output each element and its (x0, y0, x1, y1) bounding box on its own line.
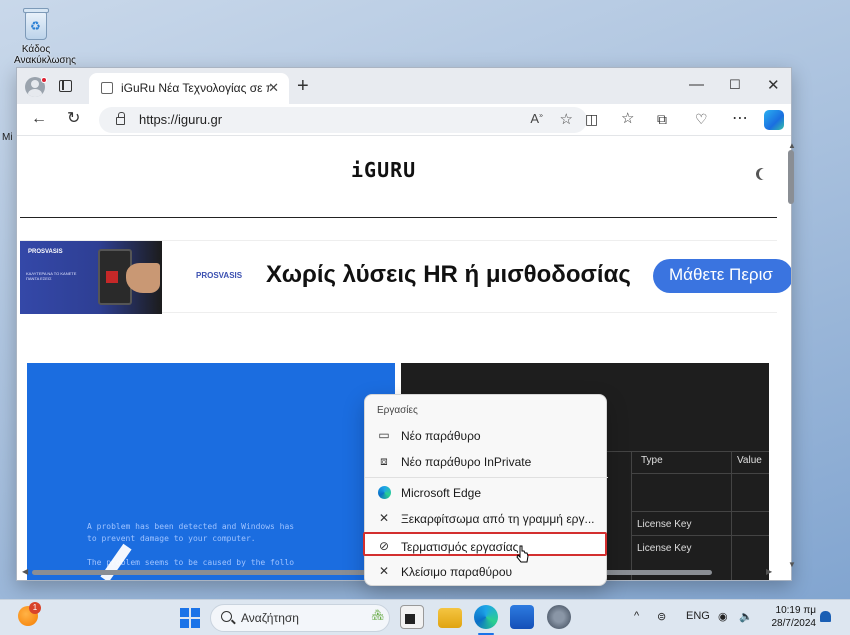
recycle-bin-label-line1: Κάδος (21, 44, 51, 55)
inprivate-window-icon: ⧈ (380, 454, 388, 468)
volume-icon[interactable]: 🔈 (739, 610, 753, 623)
jump-list-header: Εργασίες (377, 405, 418, 416)
registry-row: License Key (637, 543, 692, 554)
menu-item-label: Τερματισμός εργασίας (401, 540, 519, 554)
close-icon: ✕ (378, 564, 390, 578)
menu-item-new-inprivate-window[interactable]: ⧈ Νέο παράθυρο InPrivate (365, 449, 608, 473)
tab-actions-icon[interactable] (59, 80, 72, 92)
menu-item-label: Microsoft Edge (401, 486, 482, 500)
favorite-star-icon[interactable]: ☆ (560, 110, 573, 128)
language-indicator[interactable]: ENG (686, 610, 710, 622)
collections-icon[interactable]: ⧉ (657, 110, 667, 128)
search-icon (221, 611, 232, 622)
address-bar[interactable]: https://iguru.gr A» ☆ (99, 107, 587, 133)
menu-item-label: Νέο παράθυρο (401, 429, 481, 443)
search-highlight-icon: 🏘 (371, 610, 384, 621)
window-icon: ▭ (378, 428, 390, 442)
browser-essentials-icon[interactable]: ♡ (695, 110, 708, 128)
menu-item-end-task[interactable]: ⊘ Τερματισμός εργασίας (363, 532, 607, 556)
start-button-windows-icon[interactable] (180, 608, 200, 628)
wifi-icon[interactable]: ◉ (718, 610, 728, 623)
site-favicon-icon (101, 82, 113, 94)
tab-close-icon[interactable]: ✕ (268, 80, 279, 96)
desktop-edge-text: Mi (2, 132, 13, 143)
split-screen-icon[interactable]: ◫ (585, 110, 598, 128)
settings-gear-icon[interactable] (547, 605, 571, 629)
menu-item-close-window[interactable]: ✕ Κλείσιμο παραθύρου (365, 559, 608, 583)
menu-item-unpin-from-taskbar[interactable]: ✕ Ξεκαρφίτσωμα από τη γραμμή εργ... (365, 506, 608, 530)
menu-item-label: Ξεκαρφίτσωμα από τη γραμμή εργ... (401, 512, 595, 526)
end-task-icon: ⊘ (378, 539, 390, 553)
recycle-bin-icon: ♻ (21, 6, 51, 42)
menu-item-label: Κλείσιμο παραθύρου (401, 565, 513, 579)
header-divider (20, 217, 777, 218)
vertical-scrollbar[interactable] (788, 150, 794, 204)
ad-banner[interactable]: PROSVASIS ΚΑΛΥΤΕΡΑ ΝΑ ΤΟ ΚΑΝΕΤΕ ΠΑΝΤΑ ΕΣ… (20, 240, 791, 314)
banner-image-text: ΚΑΛΥΤΕΡΑ ΝΑ ΤΟ ΚΑΝΕΤΕ ΠΑΝΤΑ ΕΣΕΙΣ (26, 271, 77, 281)
edge-icon (377, 485, 391, 499)
close-window-button[interactable]: ✕ (767, 76, 780, 94)
banner-image-brand: PROSVASIS (28, 249, 63, 255)
notification-bell-icon[interactable] (820, 611, 831, 622)
registry-col-value: Value (737, 455, 762, 466)
profile-notification-dot (41, 77, 47, 83)
article-card-bsod[interactable]: A problem has been detected and Windows … (27, 363, 395, 580)
registry-col-type: Type (641, 455, 663, 466)
system-clock[interactable]: 10:19 πμ 28/7/2024 (768, 604, 817, 630)
maximize-button[interactable]: ☐ (729, 77, 741, 93)
unpin-icon: ✕ (378, 511, 390, 525)
recycle-bin-shortcut[interactable]: ♻ Κάδος Ανακύκλωσης (14, 6, 76, 66)
menu-item-new-window[interactable]: ▭ Νέο παράθυρο (365, 423, 608, 447)
task-view-icon[interactable] (400, 605, 424, 629)
file-explorer-icon[interactable] (438, 608, 462, 628)
clock-time: 10:19 πμ (775, 605, 816, 616)
minimize-button[interactable]: — (689, 76, 704, 93)
mouse-pointer-icon (516, 545, 529, 563)
lock-icon[interactable] (116, 112, 125, 125)
refresh-icon[interactable]: ↻ (67, 110, 80, 128)
menu-item-label: Νέο παράθυρο InPrivate (401, 455, 532, 469)
scroll-left-arrow-icon[interactable]: ◀ (22, 567, 28, 576)
title-bar: iGuRu Νέα Τεχνολογίας σε πραγμ ✕ + — ☐ ✕ (17, 68, 791, 104)
copilot-icon[interactable] (764, 110, 784, 130)
navigation-toolbar: ← ↻ https://iguru.gr A» ☆ ◫ ☆ ⧉ ♡ ⋯ (17, 104, 791, 136)
clock-date: 28/7/2024 (771, 618, 817, 629)
taskbar: 1 Αναζήτηση 🏘 ^ ⊜ ENG ◉ 🔈 10:19 πμ 28/7/… (0, 599, 850, 635)
show-hidden-icons-chevron-icon[interactable]: ^ (634, 610, 639, 622)
favorites-icon[interactable]: ☆ (621, 110, 634, 128)
hand-image (126, 263, 160, 293)
scroll-right-arrow-icon[interactable]: ▶ (766, 567, 772, 576)
back-arrow-icon[interactable]: ← (31, 110, 47, 128)
edge-jump-list-menu: Εργασίες ▭ Νέο παράθυρο ⧈ Νέο παράθυρο I… (363, 394, 608, 586)
tab-title: iGuRu Νέα Τεχνολογίας σε πραγμ (121, 81, 271, 95)
more-options-icon[interactable]: ⋯ (732, 110, 748, 128)
weather-badge: 1 (29, 602, 41, 614)
new-tab-button[interactable]: + (297, 76, 309, 96)
taskbar-search-box[interactable]: Αναζήτηση 🏘 (210, 604, 390, 632)
search-placeholder: Αναζήτηση (241, 611, 299, 625)
address-url: https://iguru.gr (139, 112, 223, 127)
recycle-bin-label-line2: Ανακύκλωσης (14, 55, 76, 66)
banner-headline: Χωρίς λύσεις HR ή μισθοδοσίας (266, 261, 631, 288)
tab-iguru[interactable]: iGuRu Νέα Τεχνολογίας σε πραγμ ✕ (89, 73, 289, 104)
scroll-down-arrow-icon[interactable]: ▼ (788, 560, 796, 569)
learn-more-button[interactable]: Μάθετε Περισ (653, 259, 791, 293)
read-aloud-icon[interactable]: A» (530, 111, 543, 126)
site-logo[interactable]: iGURU (351, 158, 416, 182)
network-icon[interactable]: ⊜ (657, 610, 666, 623)
scroll-up-arrow-icon[interactable]: ▲ (788, 141, 796, 150)
dark-mode-moon-icon[interactable] (759, 168, 771, 180)
banner-logo: PROSVASIS (196, 271, 243, 280)
banner-image: PROSVASIS ΚΑΛΥΤΕΡΑ ΝΑ ΤΟ ΚΑΝΕΤΕ ΠΑΝΤΑ ΕΣ… (20, 241, 162, 314)
registry-row: License Key (637, 519, 692, 530)
edge-taskbar-icon[interactable] (474, 605, 498, 629)
microsoft-store-icon[interactable] (510, 605, 534, 629)
menu-item-microsoft-edge[interactable]: Microsoft Edge (365, 480, 608, 504)
